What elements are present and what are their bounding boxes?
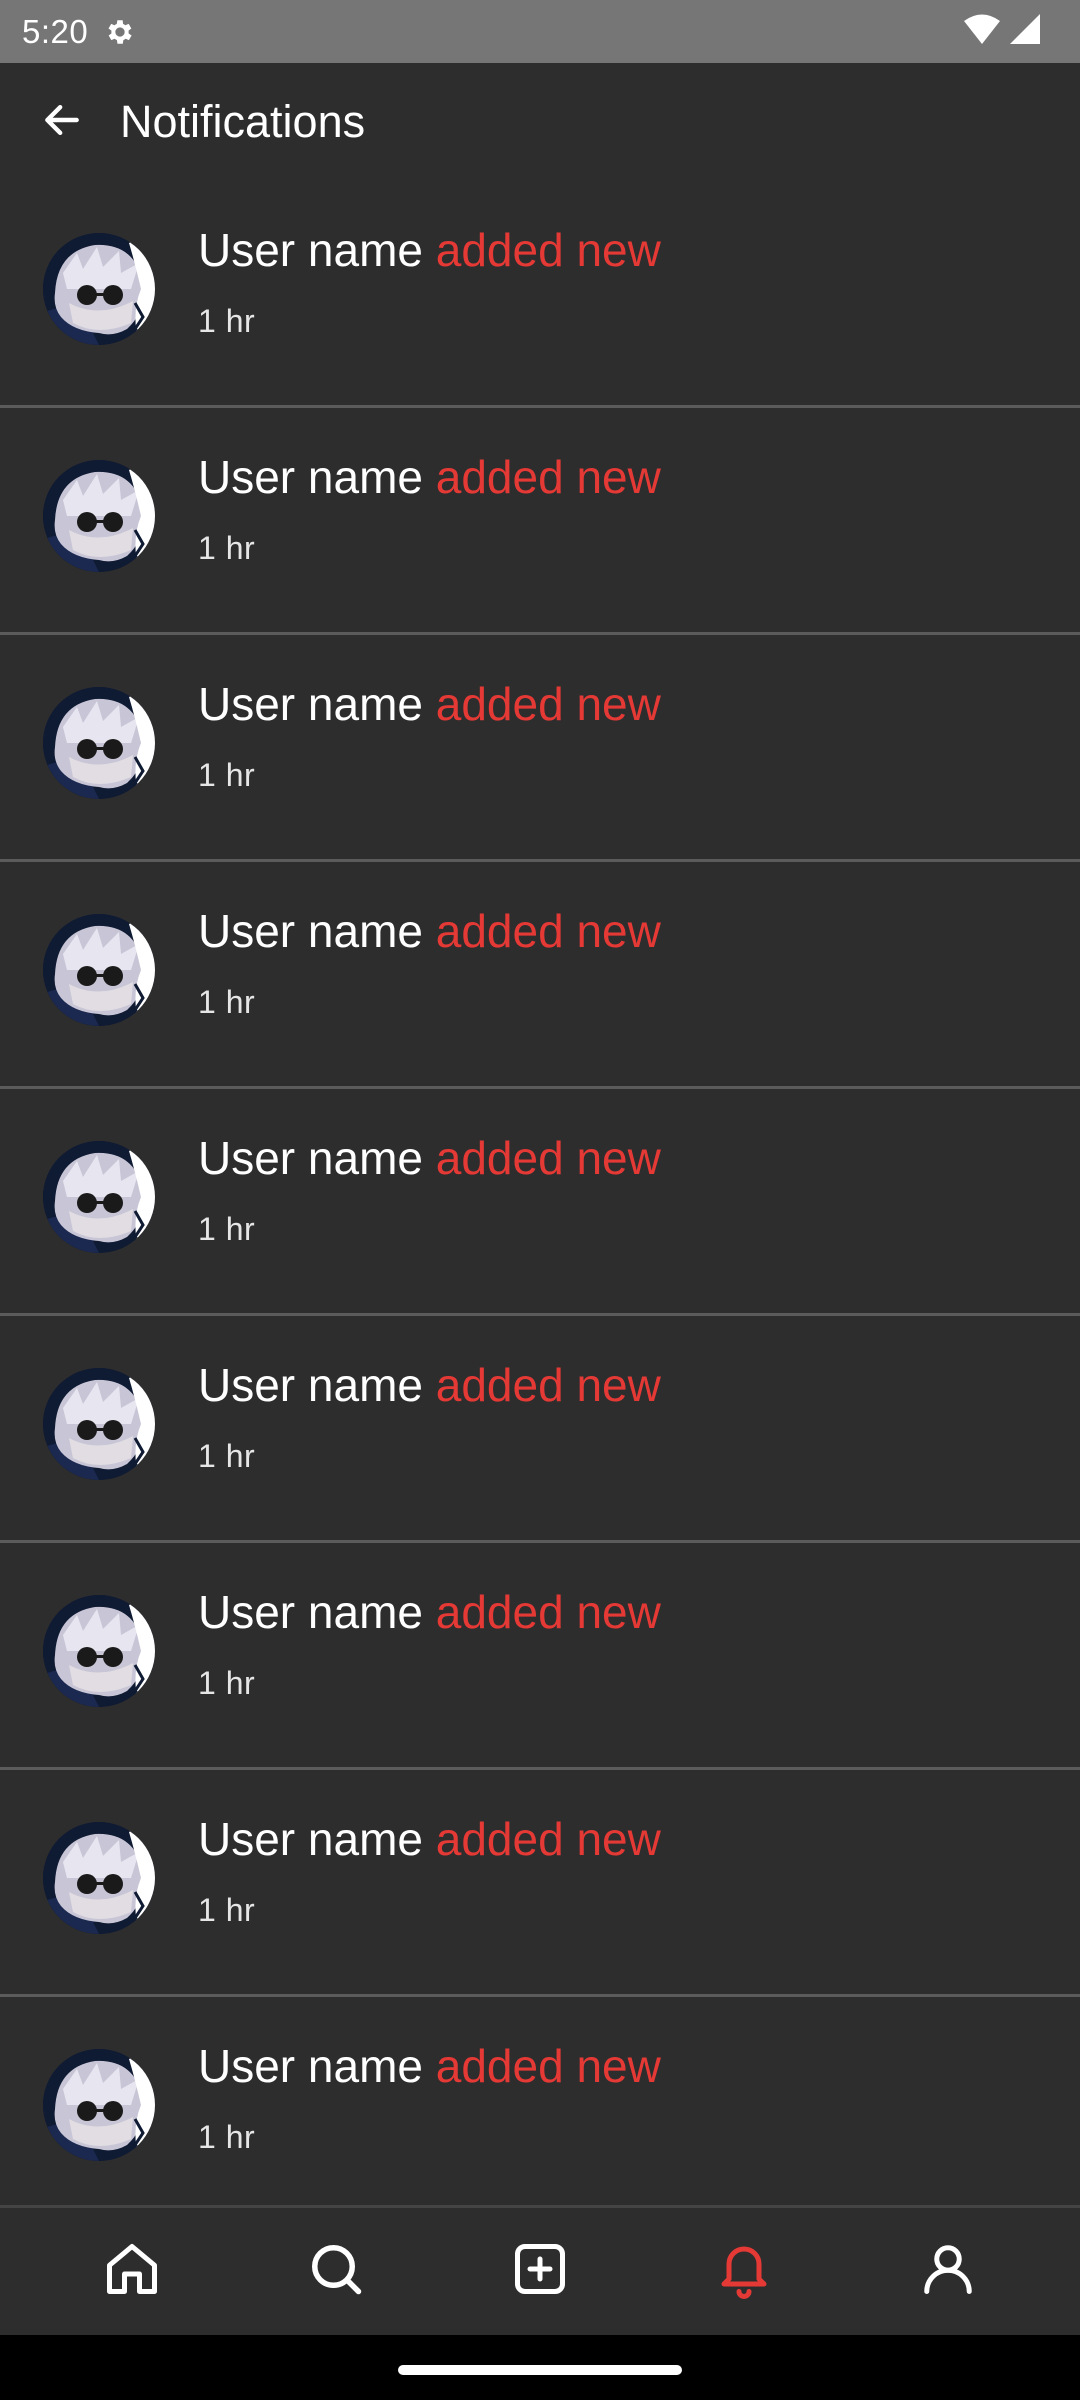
notification-text: User name added new 1 hr xyxy=(198,1358,661,1475)
notification-action: added new xyxy=(435,1359,661,1411)
notification-time: 1 hr xyxy=(198,1211,256,1247)
notification-time: 1 hr xyxy=(198,984,256,1020)
status-time: 5:20 xyxy=(22,12,89,50)
notification-user: User name xyxy=(198,1359,423,1411)
notification-item[interactable]: User name added new 1 hr xyxy=(0,408,1080,635)
status-bar: 5:20 xyxy=(0,0,1080,63)
notification-text: User name added new 1 hr xyxy=(198,450,661,567)
nav-add-button[interactable] xyxy=(490,2222,590,2322)
notifications-screen: 5:20 Notifications User name added new 1… xyxy=(0,0,1080,2400)
notification-message: User name added new xyxy=(198,2039,661,2093)
notification-time: 1 hr xyxy=(198,2119,256,2155)
notification-time: 1 hr xyxy=(198,757,256,793)
add-post-icon xyxy=(510,2239,570,2304)
gesture-bar xyxy=(0,2335,1080,2400)
profile-icon xyxy=(918,2239,978,2304)
notification-user: User name xyxy=(198,224,423,276)
notification-text: User name added new 1 hr xyxy=(198,677,661,794)
search-icon xyxy=(306,2239,366,2304)
notification-text: User name added new 1 hr xyxy=(198,1812,661,1929)
notification-text: User name added new 1 hr xyxy=(198,1131,661,1248)
notification-user: User name xyxy=(198,451,423,503)
home-indicator[interactable] xyxy=(398,2365,682,2375)
avatar[interactable] xyxy=(43,914,155,1026)
notification-item[interactable]: User name added new 1 hr xyxy=(0,862,1080,1089)
notification-item[interactable]: User name added new 1 hr xyxy=(0,1770,1080,1997)
bottom-nav xyxy=(0,2205,1080,2335)
notification-text: User name added new 1 hr xyxy=(198,223,661,340)
notification-item[interactable]: User name added new 1 hr xyxy=(0,1543,1080,1770)
notification-message: User name added new xyxy=(198,1812,661,1866)
notification-message: User name added new xyxy=(198,1358,661,1412)
avatar[interactable] xyxy=(43,1595,155,1707)
avatar[interactable] xyxy=(43,1141,155,1253)
back-button[interactable] xyxy=(28,88,96,156)
notification-time: 1 hr xyxy=(198,1892,256,1928)
arrow-left-icon xyxy=(40,98,84,147)
avatar[interactable] xyxy=(43,460,155,572)
notification-action: added new xyxy=(435,451,661,503)
notification-item[interactable]: User name added new 1 hr xyxy=(0,1316,1080,1543)
wifi-icon xyxy=(962,12,1002,51)
notification-action: added new xyxy=(435,678,661,730)
notification-item[interactable]: User name added new 1 hr xyxy=(0,181,1080,408)
notification-action: added new xyxy=(435,1813,661,1865)
notification-message: User name added new xyxy=(198,904,661,958)
notification-user: User name xyxy=(198,1813,423,1865)
notification-action: added new xyxy=(435,2040,661,2092)
notification-message: User name added new xyxy=(198,223,661,277)
notification-message: User name added new xyxy=(198,677,661,731)
home-icon xyxy=(102,2239,162,2304)
nav-notifications-button[interactable] xyxy=(694,2222,794,2322)
avatar[interactable] xyxy=(43,1822,155,1934)
notification-list: User name added new 1 hr User name added… xyxy=(0,181,1080,2207)
avatar[interactable] xyxy=(43,1368,155,1480)
avatar[interactable] xyxy=(43,687,155,799)
avatar[interactable] xyxy=(43,2049,155,2161)
notification-user: User name xyxy=(198,1132,423,1184)
notification-text: User name added new 1 hr xyxy=(198,2039,661,2156)
avatar[interactable] xyxy=(43,233,155,345)
notification-time: 1 hr xyxy=(198,1438,256,1474)
notification-action: added new xyxy=(435,905,661,957)
gear-icon xyxy=(104,15,138,49)
notification-item[interactable]: User name added new 1 hr xyxy=(0,1089,1080,1316)
notification-user: User name xyxy=(198,1586,423,1638)
nav-profile-button[interactable] xyxy=(898,2222,998,2322)
notification-user: User name xyxy=(198,905,423,957)
notification-item[interactable]: User name added new 1 hr xyxy=(0,1997,1080,2207)
nav-home-button[interactable] xyxy=(82,2222,182,2322)
notification-time: 1 hr xyxy=(198,1665,256,1701)
notification-message: User name added new xyxy=(198,450,661,504)
notification-text: User name added new 1 hr xyxy=(198,1585,661,1702)
notification-time: 1 hr xyxy=(198,530,256,566)
notification-message: User name added new xyxy=(198,1585,661,1639)
app-bar: Notifications xyxy=(0,63,1080,181)
notification-time: 1 hr xyxy=(198,303,256,339)
page-title: Notifications xyxy=(120,96,366,147)
cell-signal-icon xyxy=(1008,12,1042,51)
status-icons xyxy=(962,12,1042,51)
notification-message: User name added new xyxy=(198,1131,661,1185)
notification-action: added new xyxy=(435,1132,661,1184)
notification-action: added new xyxy=(435,224,661,276)
nav-search-button[interactable] xyxy=(286,2222,386,2322)
notification-item[interactable]: User name added new 1 hr xyxy=(0,635,1080,862)
notification-action: added new xyxy=(435,1586,661,1638)
notification-user: User name xyxy=(198,2040,423,2092)
notification-user: User name xyxy=(198,678,423,730)
bell-icon xyxy=(714,2239,774,2304)
notification-text: User name added new 1 hr xyxy=(198,904,661,1021)
